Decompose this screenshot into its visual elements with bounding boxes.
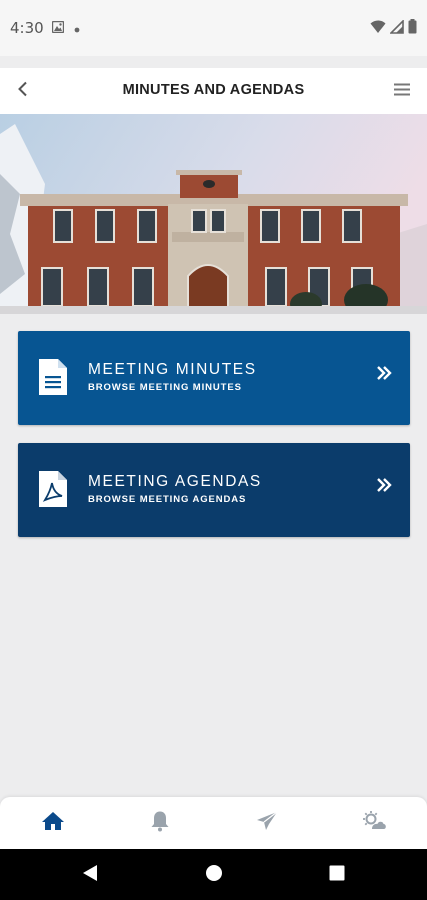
- status-bar: 4:30: [0, 0, 427, 56]
- circle-home-icon: [205, 864, 223, 887]
- home-icon: [41, 811, 65, 836]
- hero-building-image: [0, 114, 427, 314]
- meeting-minutes-card[interactable]: MEETING MINUTES BROWSE MEETING MINUTES: [18, 331, 410, 425]
- weather-icon: [361, 810, 387, 836]
- wifi-icon: [370, 20, 386, 39]
- double-chevron-right-icon: [376, 476, 392, 494]
- send-icon: [256, 811, 278, 836]
- square-recents-icon: [329, 865, 345, 886]
- meeting-minutes-title: MEETING MINUTES: [88, 361, 257, 378]
- tab-weather[interactable]: [320, 797, 427, 849]
- bell-icon: [150, 810, 170, 837]
- tab-notifications[interactable]: [107, 797, 214, 849]
- hamburger-menu-icon: [394, 83, 410, 101]
- system-navigation-bar: [0, 849, 427, 900]
- notification-dot-icon: [74, 20, 80, 38]
- cell-signal-icon: [389, 18, 404, 39]
- menu-button[interactable]: [387, 77, 417, 107]
- photo-notification-icon: [51, 20, 65, 38]
- page-title: MINUTES AND AGENDAS: [122, 82, 305, 98]
- nav-home-button[interactable]: [202, 863, 226, 887]
- tab-send[interactable]: [214, 797, 321, 849]
- app-header: MINUTES AND AGENDAS: [0, 68, 427, 114]
- triangle-back-icon: [82, 864, 98, 887]
- nav-back-button[interactable]: [78, 863, 102, 887]
- battery-icon: [408, 19, 417, 39]
- meeting-agendas-card[interactable]: MEETING AGENDAS BROWSE MEETING AGENDAS: [18, 443, 410, 537]
- status-time: 4:30: [10, 19, 44, 37]
- meeting-agendas-subtitle: BROWSE MEETING AGENDAS: [88, 494, 247, 505]
- meeting-minutes-subtitle: BROWSE MEETING MINUTES: [88, 382, 242, 393]
- bottom-tab-bar: [0, 797, 427, 849]
- meeting-agendas-title: MEETING AGENDAS: [88, 473, 262, 490]
- tab-home[interactable]: [0, 797, 107, 849]
- double-chevron-right-icon: [376, 364, 392, 382]
- document-icon: [39, 359, 67, 395]
- nav-recents-button[interactable]: [325, 863, 349, 887]
- pdf-icon: [39, 471, 67, 507]
